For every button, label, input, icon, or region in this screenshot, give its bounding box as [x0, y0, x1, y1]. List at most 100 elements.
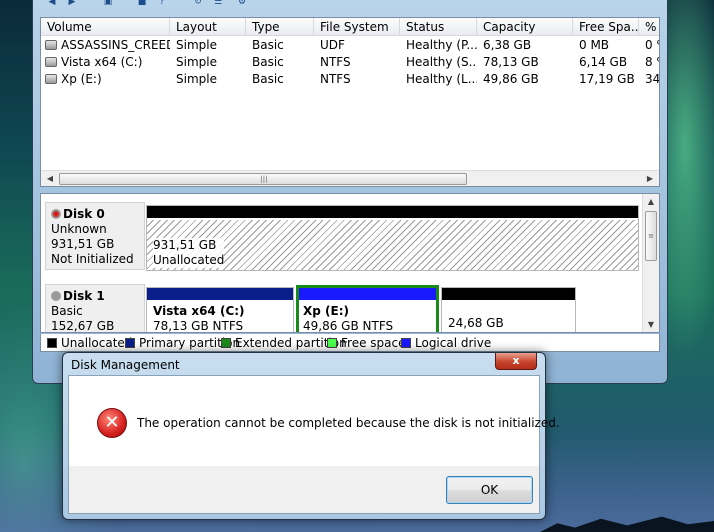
disk0-label[interactable]: Disk 0 Unknown 931,51 GB Not Initialized: [45, 202, 145, 270]
column-header-percent-free[interactable]: % F: [639, 18, 659, 36]
partition-label: Unallocated: [153, 253, 225, 267]
refresh-icon[interactable]: ↻: [191, 0, 205, 7]
dialog-body: ✕ The operation cannot be completed beca…: [68, 375, 560, 514]
close-button[interactable]: x: [495, 353, 537, 370]
drive-icon: [45, 57, 57, 67]
disk-error-icon: [51, 209, 61, 219]
partition-xp-e[interactable]: Xp (E:) 49,86 GB NTFS: [296, 285, 439, 333]
partition-legend: Unallocated Primary partition Extended p…: [40, 334, 660, 352]
legend-swatch: [401, 338, 411, 348]
disk-size: 152,67 GB: [51, 319, 115, 333]
partition-vista-c[interactable]: Vista x64 (C:) 78,13 GB NTFS: [146, 287, 294, 332]
disk-graphical-pane: Disk 0 Unknown 931,51 GB Not Initialized…: [40, 193, 660, 333]
volume-name: ASSASSINS_CREED...: [61, 38, 170, 52]
help-icon[interactable]: ?: [155, 0, 169, 7]
volume-capacity: 6,38 GB: [483, 38, 532, 52]
scroll-right-icon[interactable]: ▶: [645, 173, 655, 185]
volume-status: Healthy (L...: [406, 72, 477, 86]
volume-capacity: 49,86 GB: [483, 72, 539, 86]
volume-free-space: 0 MB: [579, 38, 610, 52]
vertical-scrollbar[interactable]: ▲ ≡ ▼: [642, 194, 659, 332]
volume-percent-free: 8 %: [645, 55, 659, 69]
volume-name: Xp (E:): [61, 72, 102, 86]
volume-status: Healthy (P...: [406, 38, 477, 52]
dialog-message: The operation cannot be completed becaus…: [137, 416, 560, 430]
error-icon: ✕: [97, 408, 127, 438]
disk-state: Not Initialized: [51, 252, 134, 266]
scroll-up-icon[interactable]: ▲: [646, 197, 656, 206]
legend-item: Free space: [327, 336, 405, 350]
volume-list-header: Volume Layout Type File System Status Ca…: [41, 18, 659, 36]
column-header-layout[interactable]: Layout: [170, 18, 246, 36]
volume-type: Basic: [252, 38, 284, 52]
partition-detail: 24,68 GB: [448, 316, 504, 330]
legend-swatch: [47, 338, 57, 348]
forward-arrow-icon[interactable]: ▶: [65, 0, 79, 7]
disk-size: 931,51 GB: [51, 237, 115, 251]
error-dialog: Disk Management x ✕ The operation cannot…: [62, 352, 560, 520]
table-row[interactable]: Vista x64 (C:) Simple Basic NTFS Healthy…: [41, 54, 659, 71]
disk-icon: [51, 291, 61, 301]
grip-icon: ≡: [648, 232, 654, 240]
table-row[interactable]: Xp (E:) Simple Basic NTFS Healthy (L... …: [41, 71, 659, 88]
unallocated-bar: [147, 206, 638, 218]
legend-item: Unallocated: [47, 336, 132, 350]
column-header-capacity[interactable]: Capacity: [477, 18, 573, 36]
disk1-label[interactable]: Disk 1 Basic 152,67 GB: [45, 284, 145, 333]
table-row[interactable]: ASSASSINS_CREED... Simple Basic UDF Heal…: [41, 37, 659, 54]
disk-type: Unknown: [51, 222, 107, 236]
volume-type: Basic: [252, 55, 284, 69]
horizontal-scrollbar[interactable]: ◀ ||| ▶: [41, 170, 659, 186]
volume-free-space: 17,19 GB: [579, 72, 635, 86]
drive-icon: [45, 74, 57, 84]
column-header-volume[interactable]: Volume: [41, 18, 170, 36]
settings-icon[interactable]: ⚙: [235, 0, 249, 7]
volume-layout: Simple: [176, 72, 217, 86]
legend-label: Free space: [341, 336, 406, 350]
volume-list-pane: Volume Layout Type File System Status Ca…: [40, 17, 660, 187]
up-folder-icon[interactable]: ▣: [101, 0, 115, 7]
legend-label: Unallocated: [61, 336, 133, 350]
scroll-down-icon[interactable]: ▼: [646, 320, 656, 329]
disk0-unallocated-partition[interactable]: 931,51 GB Unallocated: [146, 205, 639, 271]
dialog-message-area: ✕ The operation cannot be completed beca…: [69, 376, 560, 466]
list-view-icon[interactable]: ☰: [211, 0, 225, 7]
volume-percent-free: 34: [645, 72, 659, 86]
volume-layout: Simple: [176, 55, 217, 69]
column-header-file-system[interactable]: File System: [314, 18, 400, 36]
volume-name: Vista x64 (C:): [61, 55, 143, 69]
column-header-type[interactable]: Type: [246, 18, 314, 36]
volume-file-system: UDF: [320, 38, 345, 52]
ok-button[interactable]: OK: [446, 476, 533, 504]
legend-swatch: [125, 338, 135, 348]
volume-file-system: NTFS: [320, 72, 351, 86]
volume-free-space: 6,14 GB: [579, 55, 628, 69]
legend-swatch: [327, 338, 337, 348]
partition-name: Vista x64 (C:): [153, 304, 245, 318]
dvd-drive-icon: [45, 40, 57, 50]
volume-file-system: NTFS: [320, 55, 351, 69]
legend-label: Logical drive: [415, 336, 492, 350]
logical-drive-bar: [299, 288, 436, 300]
volume-capacity: 78,13 GB: [483, 55, 539, 69]
column-header-free-space[interactable]: Free Spa...: [573, 18, 639, 36]
scrollbar-thumb[interactable]: ≡: [645, 211, 657, 261]
disk-type: Basic: [51, 304, 83, 318]
partition-name: Xp (E:): [303, 304, 349, 318]
partition-detail: 49,86 GB NTFS: [303, 319, 394, 333]
volume-status: Healthy (S...: [406, 55, 477, 69]
grip-icon: |||: [260, 175, 268, 183]
back-arrow-icon[interactable]: ◀: [45, 0, 59, 7]
primary-partition-bar: [147, 288, 293, 300]
disk-name: Disk 0: [63, 207, 105, 221]
volume-layout: Simple: [176, 38, 217, 52]
toolbar: ◀ ▶ ▣ ■ ? ↻ ☰ ⚙: [41, 0, 291, 7]
partition-unallocated-2[interactable]: 24,68 GB: [441, 287, 576, 332]
volume-percent-free: 0 %: [645, 38, 659, 52]
column-header-status[interactable]: Status: [400, 18, 477, 36]
scroll-left-icon[interactable]: ◀: [45, 173, 55, 185]
legend-swatch: [221, 338, 231, 348]
disk-name: Disk 1: [63, 289, 105, 303]
properties-icon[interactable]: ■: [135, 0, 149, 7]
scrollbar-thumb[interactable]: |||: [59, 173, 467, 185]
